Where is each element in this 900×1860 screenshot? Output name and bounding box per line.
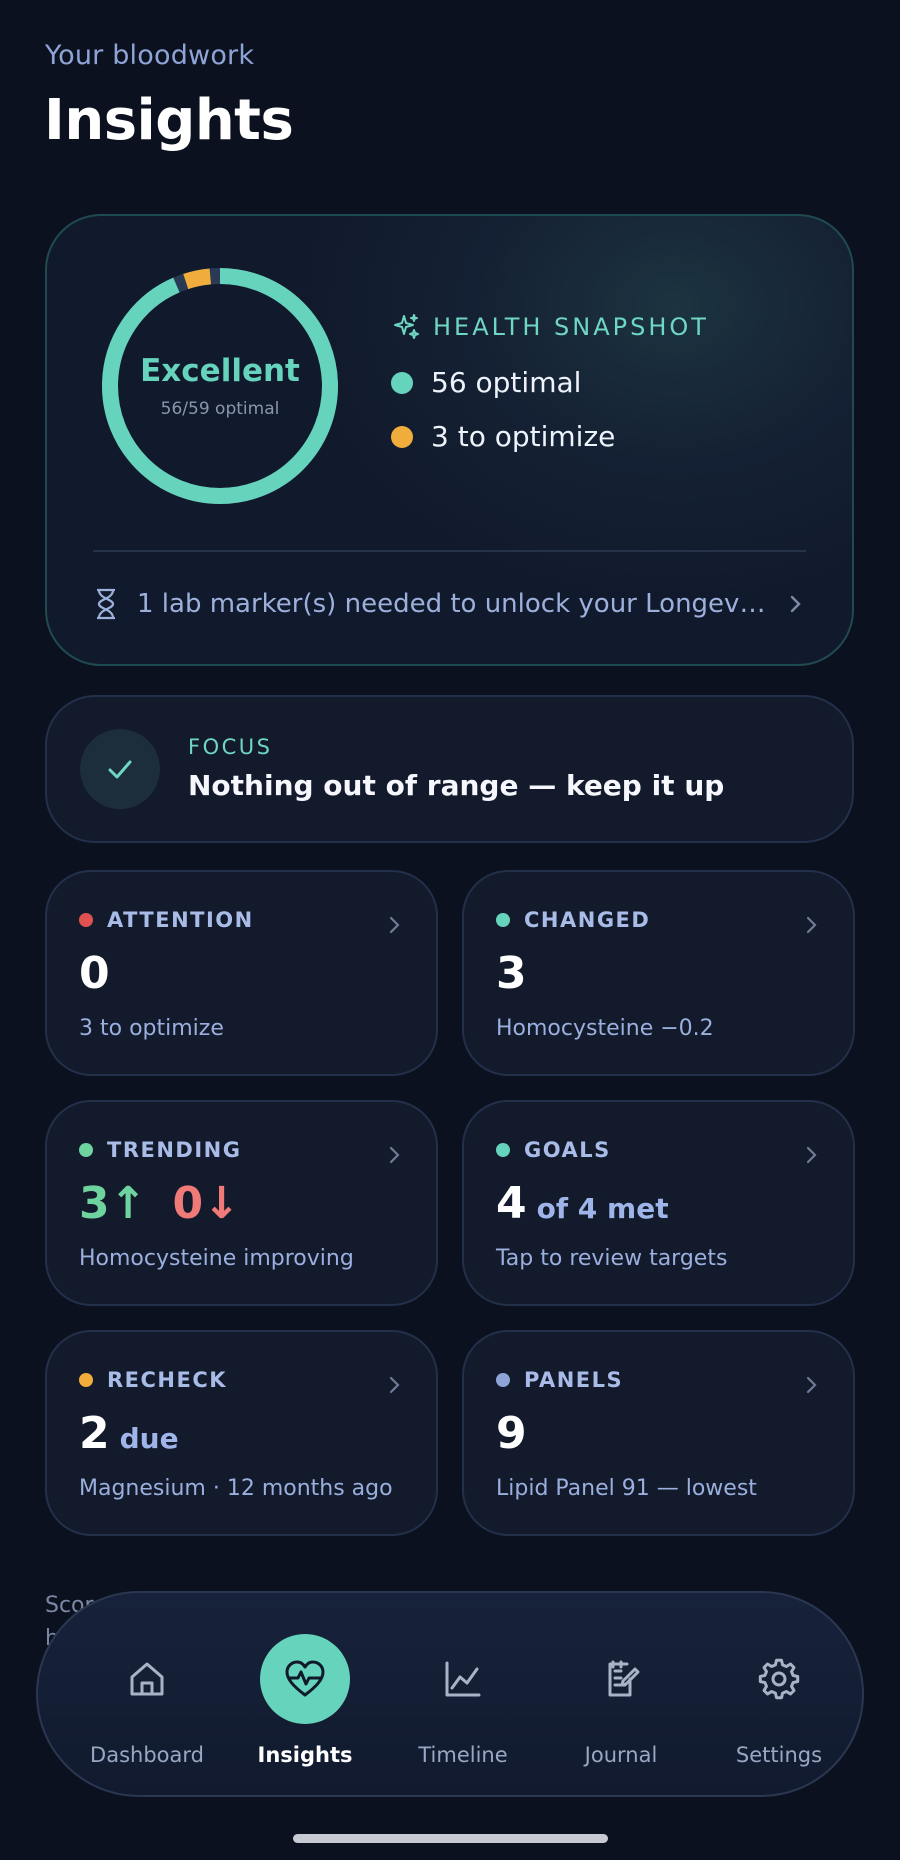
recheck-label: RECHECK xyxy=(107,1368,228,1392)
panels-card[interactable]: PANELS 9 Lipid Panel 91 — lowest xyxy=(462,1330,855,1536)
panels-value: 9 xyxy=(496,1408,527,1459)
goals-dot xyxy=(496,1143,510,1157)
chevron-right-icon xyxy=(389,1146,400,1164)
goals-sub: Tap to review targets xyxy=(496,1246,728,1271)
trending-down-count: 0↓ xyxy=(172,1178,240,1229)
panels-sub: Lipid Panel 91 — lowest xyxy=(496,1476,757,1501)
legend-optimize: 3 to optimize xyxy=(391,420,615,453)
attention-count: 0 xyxy=(79,948,110,999)
optimal-dot xyxy=(391,371,413,394)
journal-edit-icon xyxy=(576,1634,666,1724)
health-snapshot-card: Excellent 56/59 optimal HEALTH SNAPSHOT … xyxy=(45,214,854,666)
trending-sub: Homocysteine improving xyxy=(79,1246,354,1271)
panels-label: PANELS xyxy=(524,1368,624,1392)
recheck-value: 2 due xyxy=(79,1408,179,1459)
focus-card[interactable]: FOCUS Nothing out of range — keep it up xyxy=(45,695,854,843)
unlock-text: 1 lab marker(s) needed to unlock your Lo… xyxy=(137,589,770,619)
legend-optimize-text: 3 to optimize xyxy=(431,420,616,453)
changed-count: 3 xyxy=(496,948,527,999)
chevron-right-icon xyxy=(806,1376,817,1394)
nav-label-insights: Insights xyxy=(257,1743,353,1767)
trending-label: TRENDING xyxy=(107,1138,242,1162)
nav-label-journal: Journal xyxy=(584,1743,658,1767)
goals-unit: of 4 met xyxy=(536,1192,669,1225)
changed-label: CHANGED xyxy=(524,908,651,932)
attention-value: 0 xyxy=(79,948,110,999)
attention-dot xyxy=(79,913,93,927)
score-subtitle: 56/59 optimal xyxy=(160,399,280,419)
home-icon xyxy=(102,1634,192,1724)
check-badge xyxy=(80,729,160,809)
nav-label-timeline: Timeline xyxy=(418,1743,508,1767)
score-ring-label: Excellent 56/59 optimal xyxy=(100,266,340,506)
focus-message: Nothing out of range — keep it up xyxy=(188,769,725,802)
chevron-right-icon xyxy=(806,1146,817,1164)
panels-dot xyxy=(496,1373,510,1387)
goals-value: 4 of 4 met xyxy=(496,1178,669,1229)
changed-value: 3 xyxy=(496,948,527,999)
trending-dot xyxy=(79,1143,93,1157)
home-indicator xyxy=(293,1834,608,1843)
attention-label: ATTENTION xyxy=(107,908,254,932)
changed-dot xyxy=(496,913,510,927)
bottom-nav: Dashboard Insights Timeline Journal Sett… xyxy=(36,1591,864,1797)
changed-sub: Homocysteine −0.2 xyxy=(496,1016,714,1041)
nav-journal[interactable]: Journal xyxy=(556,1593,686,1799)
check-icon xyxy=(108,760,132,779)
nav-label-settings: Settings xyxy=(735,1743,823,1767)
longevity-unlock-link[interactable]: 1 lab marker(s) needed to unlock your Lo… xyxy=(93,582,806,626)
recheck-dot xyxy=(79,1373,93,1387)
chevron-right-icon xyxy=(790,595,801,613)
recheck-card[interactable]: RECHECK 2 due Magnesium · 12 months ago xyxy=(45,1330,438,1536)
gear-icon xyxy=(734,1634,824,1724)
sparkles-icon xyxy=(394,314,419,339)
page-eyebrow: Your bloodwork xyxy=(45,40,255,71)
goals-count: 4 xyxy=(496,1178,527,1229)
attention-card[interactable]: ATTENTION 0 3 to optimize xyxy=(45,870,438,1076)
nav-timeline[interactable]: Timeline xyxy=(398,1593,528,1799)
chevron-right-icon xyxy=(806,916,817,934)
trending-value: 3↑ 0↓ xyxy=(79,1178,240,1229)
nav-insights[interactable]: Insights xyxy=(240,1593,370,1799)
panels-count: 9 xyxy=(496,1408,527,1459)
divider xyxy=(93,550,806,552)
goals-card[interactable]: GOALS 4 of 4 met Tap to review targets xyxy=(462,1100,855,1306)
changed-card[interactable]: CHANGED 3 Homocysteine −0.2 xyxy=(462,870,855,1076)
page-title: Insights xyxy=(44,88,294,153)
nav-dashboard[interactable]: Dashboard xyxy=(82,1593,212,1799)
legend-optimal-text: 56 optimal xyxy=(431,366,582,399)
legend-optimal: 56 optimal xyxy=(391,366,581,399)
focus-label: FOCUS xyxy=(188,735,273,759)
nav-label-dashboard: Dashboard xyxy=(90,1743,204,1767)
snapshot-heading: HEALTH SNAPSHOT xyxy=(391,312,709,342)
score-status: Excellent xyxy=(140,353,300,389)
chevron-right-icon xyxy=(389,916,400,934)
attention-sub: 3 to optimize xyxy=(79,1016,224,1041)
heart-pulse-icon xyxy=(260,1634,350,1724)
recheck-sub: Magnesium · 12 months ago xyxy=(79,1476,393,1501)
snapshot-heading-text: HEALTH SNAPSHOT xyxy=(433,313,709,341)
chevron-right-icon xyxy=(389,1376,400,1394)
trending-up-count: 3↑ xyxy=(79,1178,147,1229)
hourglass-icon xyxy=(97,588,115,620)
line-chart-icon xyxy=(418,1634,508,1724)
recheck-count: 2 xyxy=(79,1408,110,1459)
trending-card[interactable]: TRENDING 3↑ 0↓ Homocysteine improving xyxy=(45,1100,438,1306)
optimize-dot xyxy=(391,425,413,448)
goals-label: GOALS xyxy=(524,1138,611,1162)
nav-settings[interactable]: Settings xyxy=(714,1593,844,1799)
recheck-unit: due xyxy=(119,1422,179,1455)
